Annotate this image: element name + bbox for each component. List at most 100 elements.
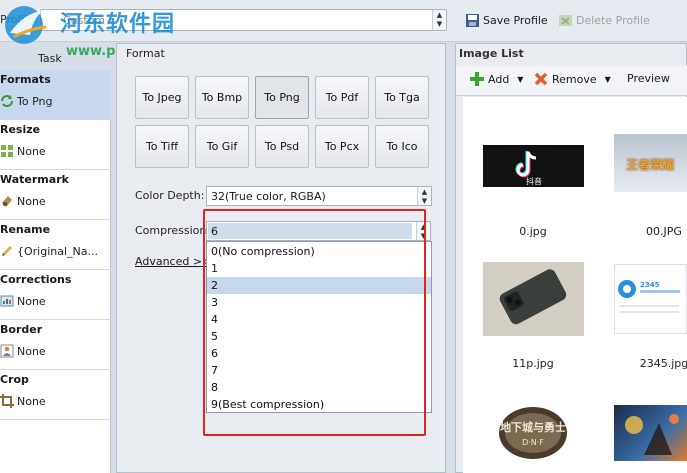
task-item-formats[interactable]: Formats To Png: [0, 70, 111, 120]
compression-select[interactable]: 6 ▲ ▼: [206, 221, 431, 241]
compression-option-2[interactable]: 2: [207, 277, 431, 294]
profile-spin-icon[interactable]: ▲ ▼: [432, 10, 446, 30]
compression-option-7[interactable]: 7: [207, 362, 431, 379]
image-thumbnail[interactable]: 抖音: [483, 145, 584, 187]
task-panel: Formats To Png Resize None Watermark Non…: [0, 70, 111, 473]
image-name: 0.jpg: [519, 225, 547, 238]
delete-profile-label: Delete Profile: [576, 13, 650, 27]
save-profile-button[interactable]: Save Profile: [465, 10, 548, 30]
delete-profile-button[interactable]: Delete Profile: [558, 10, 650, 30]
save-profile-label: Save Profile: [483, 13, 548, 27]
image-list-title: Image List: [459, 47, 524, 60]
to-pcx-button[interactable]: To Pcx: [315, 125, 369, 168]
compression-spin-icon[interactable]: ▲ ▼: [416, 222, 430, 240]
compression-option-8[interactable]: 8: [207, 379, 431, 396]
task-title: Resize: [0, 123, 41, 136]
color-depth-select[interactable]: 32(True color, RGBA) ▲ ▼: [206, 186, 432, 206]
task-item-resize[interactable]: Resize None: [0, 120, 111, 170]
image-thumbnail[interactable]: 2345: [614, 264, 687, 334]
compression-option-3[interactable]: 3: [207, 294, 431, 311]
task-sub: None: [0, 294, 46, 308]
task-sub-label: None: [17, 194, 46, 208]
task-item-corrections[interactable]: Corrections None: [0, 270, 111, 320]
compression-dropdown: 0(No compression) 1 2 3 4 5 6 7 8 9(Best…: [206, 241, 432, 413]
image-thumbnail[interactable]: [483, 262, 584, 336]
add-button[interactable]: Add ▼: [470, 72, 523, 86]
task-title: Corrections: [0, 273, 72, 286]
remove-label: Remove: [552, 72, 597, 86]
task-tab[interactable]: Task: [38, 52, 62, 65]
to-psd-button[interactable]: To Psd: [255, 125, 309, 168]
pencil-icon: [2, 246, 12, 256]
to-tiff-button[interactable]: To Tiff: [135, 125, 189, 168]
save-icon: [466, 13, 479, 27]
color-depth-spin-icon[interactable]: ▲ ▼: [417, 187, 431, 205]
compression-select-highlight: [208, 223, 412, 239]
remove-icon: [534, 72, 548, 86]
image-thumbnail[interactable]: 王者荣耀: [614, 134, 687, 192]
to-png-button[interactable]: To Png: [255, 76, 309, 119]
compression-label: Compression:: [135, 224, 211, 237]
to-tga-button[interactable]: To Tga: [375, 76, 429, 119]
task-item-watermark[interactable]: Watermark None: [0, 170, 111, 220]
delete-icon: [559, 14, 572, 26]
image-name: 2345.jpg: [639, 357, 687, 370]
compression-option-5[interactable]: 5: [207, 328, 431, 345]
format-title: Format: [126, 47, 165, 60]
to-ico-button[interactable]: To Ico: [375, 125, 429, 168]
task-sub-label: None: [17, 344, 46, 358]
task-sub-label: None: [17, 394, 46, 408]
preview-label: Preview: [627, 72, 670, 85]
color-depth-value: 32(True color, RGBA): [211, 190, 326, 203]
task-title: Formats: [0, 73, 51, 86]
task-sub-label: {Original_Na...: [17, 244, 99, 258]
to-jpeg-button[interactable]: To Jpeg: [135, 76, 189, 119]
color-depth-label: Color Depth:: [135, 189, 205, 202]
crop-icon: [0, 394, 14, 408]
corrections-icon: [0, 295, 14, 307]
task-sub: {Original_Na...: [0, 244, 98, 258]
chevron-down-icon: ▼: [517, 74, 524, 84]
image-name: 11p.jpg: [512, 357, 554, 370]
advanced-link[interactable]: Advanced >>: [135, 255, 211, 268]
compression-option-0[interactable]: 0(No compression): [207, 243, 431, 260]
compression-option-9[interactable]: 9(Best compression): [207, 396, 431, 413]
top-toolbar: Profile: Custom ▲▼ 河东软件园 www.pc0359.cn S…: [0, 0, 687, 59]
svg-text:D·N·F: D·N·F: [522, 438, 544, 447]
task-sub: None: [0, 394, 46, 408]
task-title: Rename: [0, 223, 51, 236]
preview-button[interactable]: Preview: [627, 72, 670, 85]
to-bmp-button[interactable]: To Bmp: [195, 76, 249, 119]
image-thumbnail[interactable]: [614, 405, 687, 461]
compression-option-1[interactable]: 1: [207, 260, 431, 277]
task-sub-label: To Png: [17, 94, 53, 108]
tiktok-logo-icon: 抖音: [515, 151, 542, 186]
task-sub: To Png: [0, 94, 52, 108]
resize-icon: [1, 145, 13, 157]
watermark-icon: [2, 196, 12, 207]
watermark-logo-icon: [5, 6, 47, 44]
task-item-crop[interactable]: Crop None: [0, 370, 111, 420]
to-gif-button[interactable]: To Gif: [195, 125, 249, 168]
task-item-rename[interactable]: Rename {Original_Na...: [0, 220, 111, 270]
compression-option-6[interactable]: 6: [207, 345, 431, 362]
tiktok-logo-text: 抖音: [526, 176, 542, 186]
plus-icon: [470, 72, 484, 86]
browser-logo-icon: 2345: [618, 280, 680, 313]
dnf-logo-text: 地下城与勇士: [500, 420, 566, 434]
image-thumbnail[interactable]: 地下城与勇士 D·N·F: [483, 401, 584, 465]
watermark-title: 河东软件园: [60, 12, 176, 37]
chevron-down-icon: ▼: [604, 74, 611, 84]
phone-photo-icon: [483, 262, 584, 336]
to-pdf-button[interactable]: To Pdf: [315, 76, 369, 119]
task-sub-label: None: [17, 144, 46, 158]
task-item-border[interactable]: Border None: [0, 320, 111, 370]
game-logo: 王者荣耀: [626, 158, 675, 172]
remove-button[interactable]: Remove ▼: [534, 72, 611, 86]
compression-option-4[interactable]: 4: [207, 311, 431, 328]
border-icon: [0, 344, 14, 358]
add-label: Add: [488, 72, 510, 86]
site-logo-text: 2345: [640, 281, 660, 289]
task-title: Watermark: [0, 173, 69, 186]
task-title: Border: [0, 323, 43, 336]
